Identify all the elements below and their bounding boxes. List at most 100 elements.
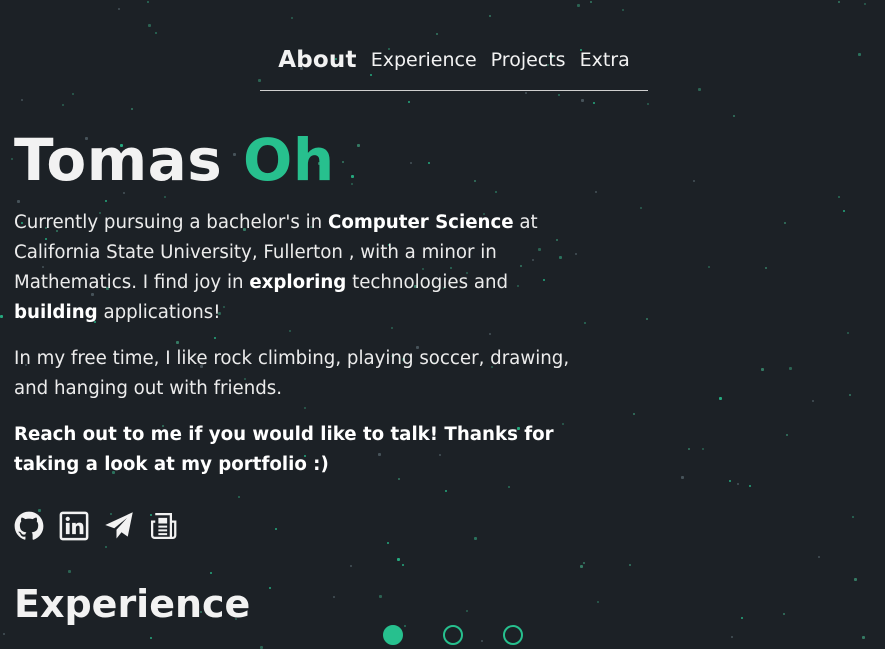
star-dot [838,196,840,198]
intro-bold-exploring: exploring [249,272,347,293]
star-dot [581,99,584,102]
star-dot [590,1,592,3]
star-dot [847,332,849,334]
nav-link-extra[interactable]: Extra [580,44,630,76]
intro-text-3: technologies and [346,272,509,293]
star-dot [21,99,23,101]
star-dot [118,8,120,10]
star-dot [789,367,792,370]
star-dot [68,570,71,573]
star-dot [862,636,865,639]
star-dot [640,207,642,209]
pager-dot-2[interactable] [443,625,463,645]
star-dot [622,9,624,11]
pager-dot-1[interactable] [383,625,403,645]
star-dot [818,556,820,558]
star-dot [474,537,477,540]
star-dot [397,558,400,561]
social-links [14,511,179,541]
star-dot [580,565,583,568]
star-dot [577,4,580,7]
nav-link-about[interactable]: About [278,44,356,76]
linkedin-icon[interactable] [59,511,89,541]
star-dot [466,610,468,612]
star-dot [812,400,814,402]
intro-text-1: Currently pursuing a bachelor's in [14,212,328,233]
intro-text-4: applications! [97,302,221,323]
star-dot [786,434,788,436]
star-dot [647,103,649,105]
star-dot [702,448,704,450]
star-dot [858,53,861,56]
star-dot [852,516,854,518]
star-dot [595,191,597,193]
star-dot [210,572,212,574]
portfolio-page: About Experience Projects Extra Tomas Oh… [0,0,885,649]
star-dot [445,490,447,492]
star-dot [633,413,635,415]
hero-first-name: Tomas [14,126,223,194]
star-dot [737,483,739,485]
star-dot [843,210,845,212]
star-dot [155,32,157,34]
about-section: Tomas Oh Currently pursuing a bachelor's… [14,126,594,480]
star-dot [408,101,410,103]
star-dot [681,476,684,479]
star-dot [629,564,631,566]
github-icon[interactable] [14,511,44,541]
star-dot [387,542,389,544]
star-dot [741,617,743,619]
star-dot [854,578,857,581]
nav-link-experience[interactable]: Experience [371,44,477,76]
star-dot [508,486,510,488]
star-dot [864,3,866,5]
star-dot [688,448,690,450]
star-dot [11,158,13,160]
contact-cta: Reach out to me if you would like to tal… [14,424,554,475]
star-dot [350,565,352,567]
star-dot [784,222,786,224]
star-dot [597,601,599,603]
resume-icon[interactable] [149,511,179,541]
star-dot [489,15,491,17]
star-dot [719,397,722,400]
experience-heading: Experience [14,582,251,626]
star-dot [0,315,3,318]
star-dot [238,496,240,498]
star-dot [147,1,149,3]
star-dot [269,587,271,589]
free-time-paragraph: In my free time, I like rock climbing, p… [14,348,570,399]
star-dot [698,88,701,91]
star-dot [291,17,293,19]
star-dot [693,180,695,182]
nav-link-projects[interactable]: Projects [491,44,566,76]
star-dot [402,564,404,566]
star-dot [583,562,585,564]
star-dot [131,108,133,110]
star-dot [275,528,277,530]
star-dot [765,267,767,269]
star-dot [729,480,731,482]
star-dot [646,318,648,320]
star-dot [525,92,527,94]
star-dot [150,637,152,639]
star-dot [558,94,560,96]
star-dot [761,368,764,371]
star-dot [379,595,382,598]
pager-dot-3[interactable] [503,625,523,645]
star-dot [436,33,438,35]
top-nav: About Experience Projects Extra [260,44,648,91]
star-dot [733,115,735,117]
star-dot [749,485,751,487]
star-dot [62,104,64,106]
star-dot [3,633,5,635]
send-icon[interactable] [104,511,134,541]
star-dot [849,394,851,396]
star-dot [838,1,840,3]
star-dot [593,102,595,104]
hero-name: Tomas Oh [14,126,594,194]
star-dot [148,24,151,27]
star-dot [783,613,785,615]
star-dot [72,93,74,95]
intro-bold-computer-science: Computer Science [327,212,514,233]
